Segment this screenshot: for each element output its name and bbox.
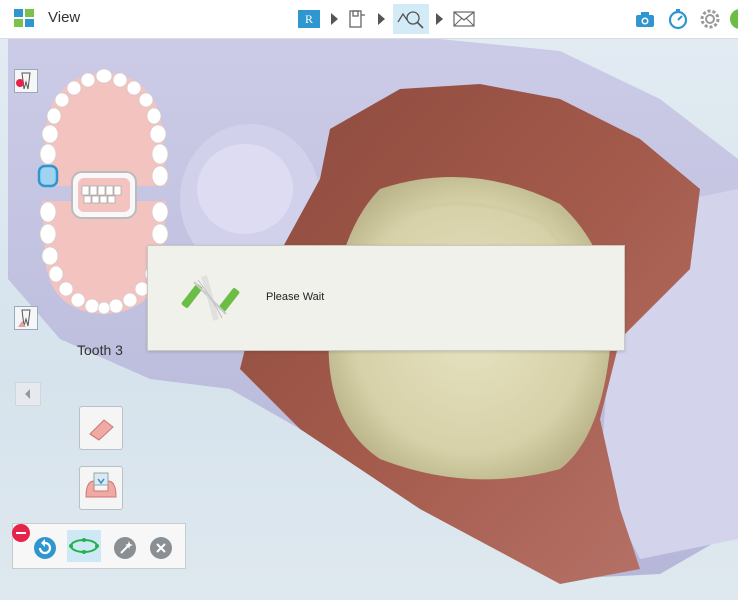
rx-badge: R: [298, 10, 320, 28]
view-menu-icon[interactable]: [14, 9, 34, 27]
previous-tooth-button[interactable]: [15, 382, 41, 406]
close-icon[interactable]: [149, 536, 173, 560]
magic-wand-icon[interactable]: [113, 536, 137, 560]
trim-icon: [85, 472, 117, 498]
analysis-magnifier-icon: [397, 11, 424, 29]
scan-icon: [349, 10, 365, 28]
top-toolbar: View R: [0, 0, 738, 39]
send-step-button[interactable]: [451, 4, 477, 34]
rx-step-button[interactable]: R: [296, 4, 322, 34]
step-arrow-icon: [331, 13, 338, 25]
settings-gear-icon[interactable]: [698, 7, 722, 31]
margin-trim-tool-button[interactable]: [79, 466, 123, 510]
chevron-left-icon: [25, 389, 30, 399]
margin-line-button[interactable]: [67, 530, 101, 562]
step-arrow-icon: [378, 13, 385, 25]
scan-step-button[interactable]: [344, 4, 370, 34]
eraser-icon: [89, 419, 114, 441]
view-label[interactable]: View: [48, 9, 80, 26]
remove-badge-icon[interactable]: [12, 524, 30, 542]
selected-tooth[interactable]: [37, 164, 59, 188]
eraser-tool-button[interactable]: [79, 406, 123, 450]
please-wait-dialog: Please Wait: [147, 245, 625, 351]
hourglass-icon: [181, 275, 240, 321]
rotate-icon[interactable]: [33, 536, 57, 560]
step-arrow-icon: [436, 13, 443, 25]
camera-icon[interactable]: [633, 7, 657, 31]
margin-tools-panel: [12, 523, 186, 569]
envelope-icon: [453, 11, 475, 27]
help-icon[interactable]: [728, 7, 738, 31]
tooth-label: Tooth 3: [77, 342, 123, 358]
timer-icon[interactable]: [666, 7, 690, 31]
margin-line-icon: [69, 538, 99, 554]
view-step-button[interactable]: [393, 4, 429, 34]
dialog-message: Please Wait: [266, 291, 325, 303]
